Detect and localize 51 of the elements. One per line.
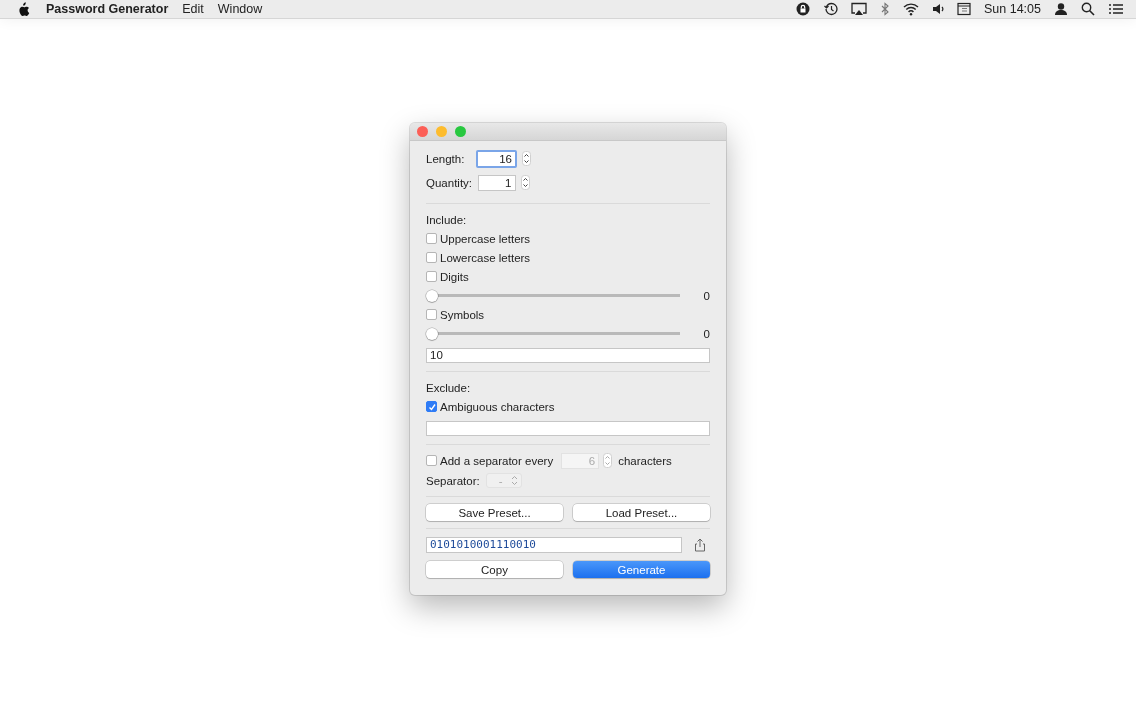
lock-icon[interactable]: [796, 2, 810, 16]
slider-value: 0: [703, 289, 710, 302]
checkbox-label[interactable]: Symbols: [440, 308, 485, 321]
speaker-icon[interactable]: [932, 2, 944, 16]
slider-thumb[interactable]: [426, 289, 438, 302]
checkbox-label[interactable]: Uppercase letters: [440, 232, 531, 245]
app-menu[interactable]: Password Generator: [46, 2, 169, 16]
slider-value: 0: [703, 327, 710, 340]
slider-thumb[interactable]: [426, 327, 438, 340]
number-field[interactable]: 16: [476, 149, 517, 168]
history-clock-icon[interactable]: [823, 2, 838, 16]
checkbox-label[interactable]: Ambiguous characters: [440, 400, 555, 413]
menu-item[interactable]: Window: [217, 2, 263, 16]
section-label: Include:: [426, 213, 467, 226]
close-button[interactable]: [417, 126, 428, 137]
field-suffix: characters: [618, 454, 672, 467]
preset-button[interactable]: Load Preset...: [573, 504, 710, 521]
copy-button[interactable]: Copy: [426, 561, 563, 578]
clock[interactable]: Sun 14:05: [984, 2, 1041, 16]
password-output-field[interactable]: 0101010001110010: [426, 536, 682, 553]
checkbox[interactable]: [426, 252, 437, 263]
stepper-icon[interactable]: [522, 151, 531, 166]
field-label: Length:: [426, 152, 466, 165]
preset-button[interactable]: Save Preset...: [426, 504, 563, 521]
apple-logo-icon[interactable]: [16, 1, 32, 17]
section-label: Exclude:: [426, 381, 471, 394]
user-icon[interactable]: [1054, 2, 1068, 16]
checkbox[interactable]: [426, 271, 437, 282]
updown-chevron-icon: [510, 475, 518, 486]
number-field[interactable]: 1: [477, 174, 516, 191]
checkbox-label[interactable]: Lowercase letters: [440, 251, 531, 264]
share-icon[interactable]: [694, 537, 706, 552]
select-value: -: [498, 474, 503, 487]
text-field[interactable]: 10: [426, 348, 710, 363]
checkmark-icon: [427, 402, 436, 411]
checkbox[interactable]: [426, 401, 437, 412]
bluetooth-icon[interactable]: [880, 2, 890, 16]
menu-item[interactable]: Edit: [182, 2, 204, 16]
checkbox[interactable]: [426, 233, 437, 244]
search-icon[interactable]: [1081, 2, 1095, 16]
airplay-icon[interactable]: [851, 2, 867, 16]
calendar-icon[interactable]: [957, 2, 971, 16]
field-label: Separator:: [426, 474, 480, 487]
checkbox[interactable]: [426, 309, 437, 320]
stepper-icon[interactable]: [520, 175, 530, 190]
wifi-icon[interactable]: [903, 2, 919, 16]
generate-button[interactable]: Generate: [573, 561, 710, 578]
menu-list-icon[interactable]: [1108, 2, 1124, 16]
checkbox-label[interactable]: Digits: [440, 270, 469, 283]
text-field[interactable]: [426, 421, 710, 436]
field-label: Quantity:: [426, 176, 474, 189]
